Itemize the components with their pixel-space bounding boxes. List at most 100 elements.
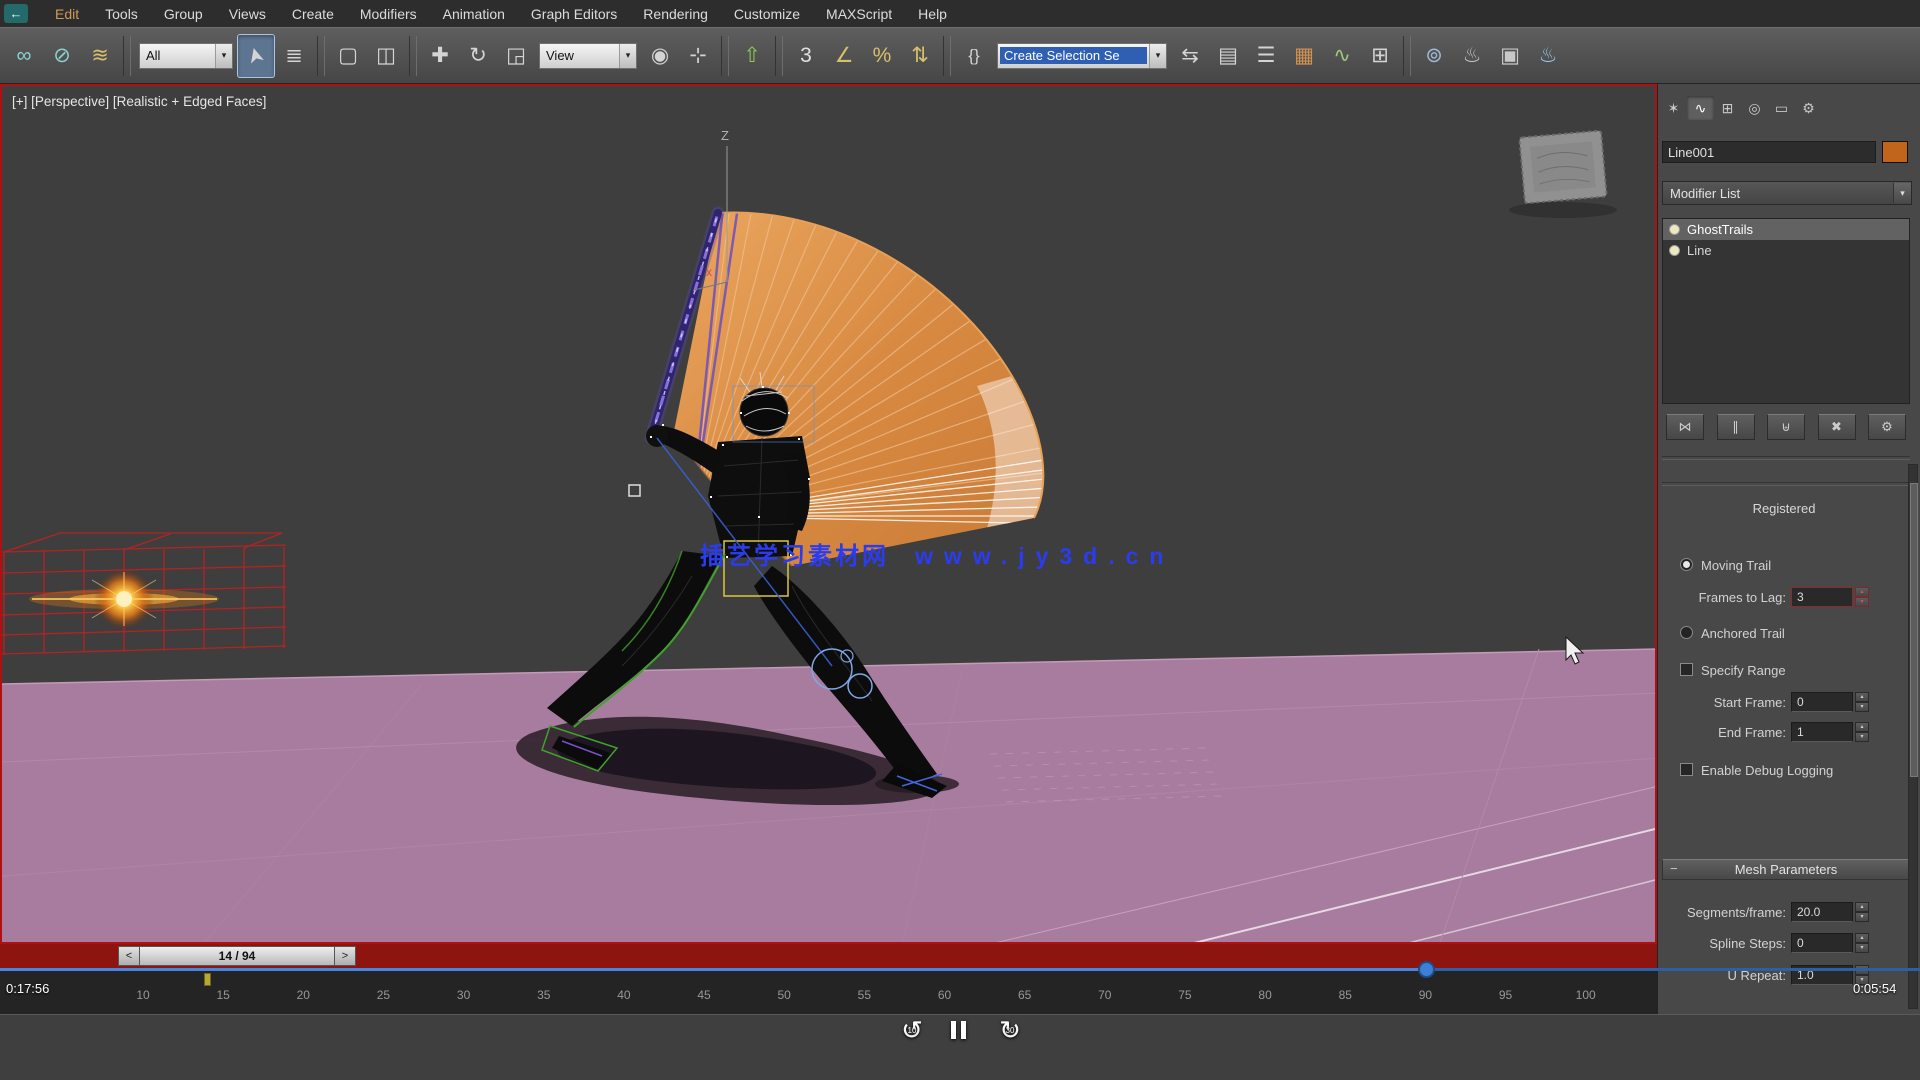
material-editor-icon[interactable]: ⊚ — [1415, 34, 1453, 78]
remove-modifier-button[interactable]: ✖ — [1818, 414, 1856, 440]
layer-manager-icon[interactable]: ☰ — [1247, 34, 1285, 78]
time-slider-prev-button[interactable]: < — [118, 946, 140, 966]
end-frame-field[interactable]: 1 — [1791, 722, 1853, 742]
menu-graph-editors[interactable]: Graph Editors — [518, 0, 630, 27]
angle-snap-icon[interactable]: ∠ — [825, 34, 863, 78]
video-progress-bar[interactable] — [0, 968, 1920, 971]
rectangular-selection-region-icon[interactable]: ▢ — [329, 34, 367, 78]
menu-create[interactable]: Create — [279, 0, 347, 27]
spline-steps-field[interactable]: 0 — [1791, 933, 1853, 953]
menu-group[interactable]: Group — [151, 0, 216, 27]
moving-trail-radio[interactable] — [1680, 558, 1693, 571]
back-arrow-icon[interactable]: ← — [4, 4, 28, 23]
spline-steps-spinner[interactable]: ▴▾ — [1855, 933, 1869, 953]
menu-customize[interactable]: Customize — [721, 0, 813, 27]
modifier-enable-bulb-icon[interactable] — [1669, 224, 1680, 235]
perspective-viewport[interactable]: [+] [Perspective] [Realistic + Edged Fac… — [0, 84, 1657, 944]
select-and-link-icon[interactable]: ∞ — [5, 34, 43, 78]
configure-modifier-sets-button[interactable]: ⚙ — [1868, 414, 1906, 440]
tab-display[interactable]: ▭ — [1768, 96, 1795, 120]
viewport-label[interactable]: [+] [Perspective] [Realistic + Edged Fac… — [12, 94, 266, 109]
tab-utilities[interactable]: ⚙ — [1795, 96, 1822, 120]
select-and-manipulate-icon[interactable]: ⊹ — [679, 34, 717, 78]
segments-per-frame-field[interactable]: 20.0 — [1791, 902, 1853, 922]
command-panel: ✶∿⊞◎▭⚙ Line001 Modifier List ▾ GhostTrai… — [1657, 84, 1920, 1014]
spinner-snap-icon[interactable]: ⇅ — [901, 34, 939, 78]
tab-create[interactable]: ✶ — [1660, 96, 1687, 120]
anchored-trail-row: Anchored Trail — [1658, 623, 1910, 645]
menu-help[interactable]: Help — [905, 0, 960, 27]
trackbar-tick: 30 — [457, 988, 470, 1002]
enable-debug-logging-checkbox[interactable] — [1680, 763, 1693, 776]
menu-maxscript[interactable]: MAXScript — [813, 0, 905, 27]
rendered-frame-window-icon[interactable]: ▣ — [1491, 34, 1529, 78]
curve-editor-icon[interactable]: ∿ — [1323, 34, 1361, 78]
object-color-swatch[interactable] — [1882, 141, 1908, 163]
selection-filter-dropdown[interactable]: All ▾ — [139, 43, 233, 69]
toolbar-separator — [721, 36, 729, 76]
unlink-selection-icon[interactable]: ⊘ — [43, 34, 81, 78]
use-pivot-point-center-icon[interactable]: ◉ — [641, 34, 679, 78]
frames-to-lag-spinner[interactable]: ▴▾ — [1855, 587, 1869, 607]
tab-modify[interactable]: ∿ — [1687, 96, 1714, 120]
select-and-rotate-icon[interactable]: ↻ — [459, 34, 497, 78]
trackbar-tick: 25 — [377, 988, 390, 1002]
menu-tools[interactable]: Tools — [92, 0, 151, 27]
render-production-icon[interactable]: ♨ — [1529, 34, 1567, 78]
video-pause-button[interactable] — [951, 1021, 966, 1039]
modifier-enable-bulb-icon[interactable] — [1669, 245, 1680, 256]
time-slider-next-button[interactable]: > — [334, 946, 356, 966]
time-slider[interactable]: < 14 / 94 > — [118, 946, 356, 966]
menu-rendering[interactable]: Rendering — [630, 0, 721, 27]
start-frame-spinner[interactable]: ▴▾ — [1855, 692, 1869, 712]
modifier-stack-row[interactable]: GhostTrails — [1663, 219, 1909, 240]
menu-views[interactable]: Views — [216, 0, 279, 27]
start-frame-label: Start Frame: — [1658, 695, 1786, 710]
specify-range-checkbox[interactable] — [1680, 663, 1693, 676]
window-crossing-icon[interactable]: ◫ — [367, 34, 405, 78]
video-rewind-button[interactable]: ↺ 10 — [897, 1017, 927, 1044]
panel-scrollbar-thumb[interactable] — [1910, 483, 1918, 777]
select-and-scale-icon[interactable]: ◲ — [497, 34, 535, 78]
tab-hierarchy[interactable]: ⊞ — [1714, 96, 1741, 120]
current-frame-marker[interactable] — [204, 973, 211, 986]
edit-named-selection-sets-icon[interactable]: {} — [955, 34, 993, 78]
track-bar[interactable]: 101520253035404550556065707580859095100 — [0, 969, 1657, 1015]
anchored-trail-radio[interactable] — [1680, 626, 1693, 639]
keyboard-shortcut-override-icon[interactable]: ⇧ — [733, 34, 771, 78]
show-end-result-button[interactable]: ∥ — [1717, 414, 1755, 440]
chevron-down-icon: ▾ — [619, 44, 636, 68]
mirror-icon[interactable]: ⇆ — [1171, 34, 1209, 78]
snaps-toggle-3d-icon[interactable]: 3 — [787, 34, 825, 78]
end-frame-spinner[interactable]: ▴▾ — [1855, 722, 1869, 742]
menu-edit[interactable]: Edit — [42, 0, 92, 27]
segments-per-frame-spinner[interactable]: ▴▾ — [1855, 902, 1869, 922]
start-frame-field[interactable]: 0 — [1791, 692, 1853, 712]
render-setup-icon[interactable]: ♨ — [1453, 34, 1491, 78]
time-slider-track[interactable]: < 14 / 94 > — [0, 944, 1657, 969]
menu-modifiers[interactable]: Modifiers — [347, 0, 430, 27]
pin-stack-button[interactable]: ⋈ — [1666, 414, 1704, 440]
object-name-field[interactable]: Line001 — [1662, 141, 1876, 163]
percent-snap-icon[interactable]: % — [863, 34, 901, 78]
mesh-parameters-rollout[interactable]: − Mesh Parameters — [1662, 859, 1910, 880]
make-unique-button[interactable]: ⊎ — [1767, 414, 1805, 440]
tab-motion[interactable]: ◎ — [1741, 96, 1768, 120]
select-by-name-icon[interactable]: ≣ — [275, 34, 313, 78]
time-slider-value[interactable]: 14 / 94 — [140, 946, 334, 966]
frames-to-lag-field[interactable]: 3 — [1791, 587, 1853, 607]
ribbon-icon[interactable]: ▦ — [1285, 34, 1323, 78]
bind-to-space-warp-icon[interactable]: ≋ — [81, 34, 119, 78]
reference-coordinate-system-dropdown[interactable]: View ▾ — [539, 43, 637, 69]
select-object-icon[interactable]: ➤ — [237, 34, 275, 78]
align-icon[interactable]: ▤ — [1209, 34, 1247, 78]
panel-scrollbar[interactable] — [1908, 464, 1918, 1009]
menu-animation[interactable]: Animation — [430, 0, 518, 27]
named-selection-sets-dropdown[interactable]: Create Selection Se ▾ — [997, 43, 1167, 69]
modifier-stack-row[interactable]: Line — [1663, 240, 1909, 261]
schematic-view-icon[interactable]: ⊞ — [1361, 34, 1399, 78]
modifier-list-dropdown[interactable]: Modifier List ▾ — [1662, 181, 1912, 205]
video-forward-button[interactable]: ↻ 30 — [995, 1017, 1025, 1044]
select-and-move-icon[interactable]: ✚ — [421, 34, 459, 78]
video-progress-handle[interactable] — [1418, 961, 1435, 978]
